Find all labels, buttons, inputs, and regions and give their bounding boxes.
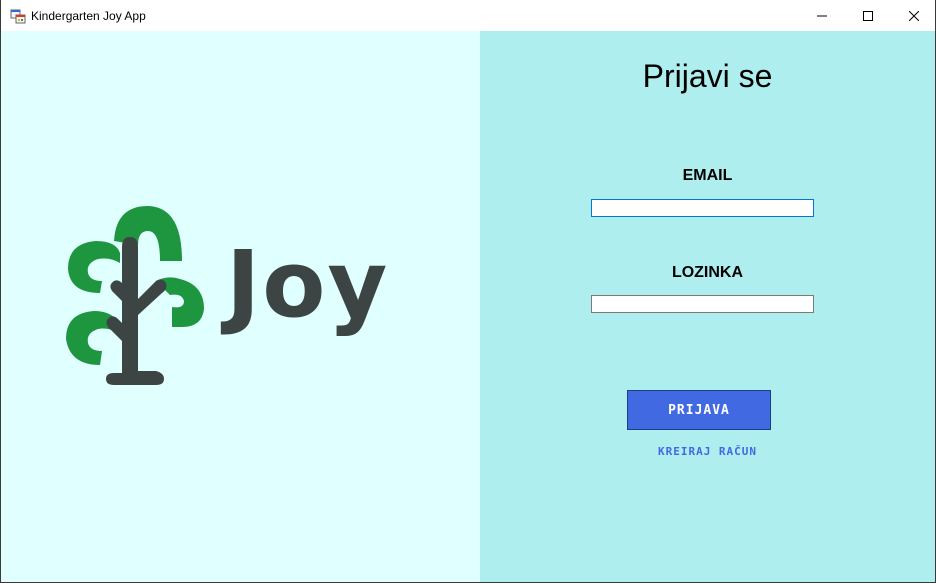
- minimize-button[interactable]: [799, 0, 845, 31]
- password-field[interactable]: [591, 295, 814, 313]
- title-bar[interactable]: Kindergarten Joy App: [1, 0, 935, 31]
- close-button[interactable]: [891, 0, 936, 31]
- email-label: EMAIL: [682, 167, 733, 184]
- close-icon: [909, 10, 919, 21]
- email-field[interactable]: [591, 199, 814, 217]
- password-label: LOZINKA: [671, 264, 744, 281]
- window-title: Kindergarten Joy App: [31, 9, 146, 23]
- app-window: Kindergarten Joy App Joy Prijavi se EMAI…: [0, 0, 936, 583]
- login-heading: Prijavi se: [642, 58, 773, 94]
- create-account-link[interactable]: KREIRAJ RAČUN: [480, 445, 935, 458]
- tree-icon: [66, 206, 204, 385]
- maximize-button[interactable]: [845, 0, 891, 31]
- logo-text: Joy: [220, 231, 389, 338]
- joy-logo: Joy: [66, 206, 389, 385]
- login-button[interactable]: PRIJAVA: [627, 390, 771, 430]
- login-panel: Prijavi se EMAIL LOZINKA PRIJAVA KREIRAJ…: [480, 31, 935, 582]
- branding-panel: Joy: [1, 31, 480, 582]
- minimize-icon: [817, 15, 827, 16]
- windows-forms-app-icon: [10, 9, 26, 24]
- maximize-icon: [863, 10, 873, 21]
